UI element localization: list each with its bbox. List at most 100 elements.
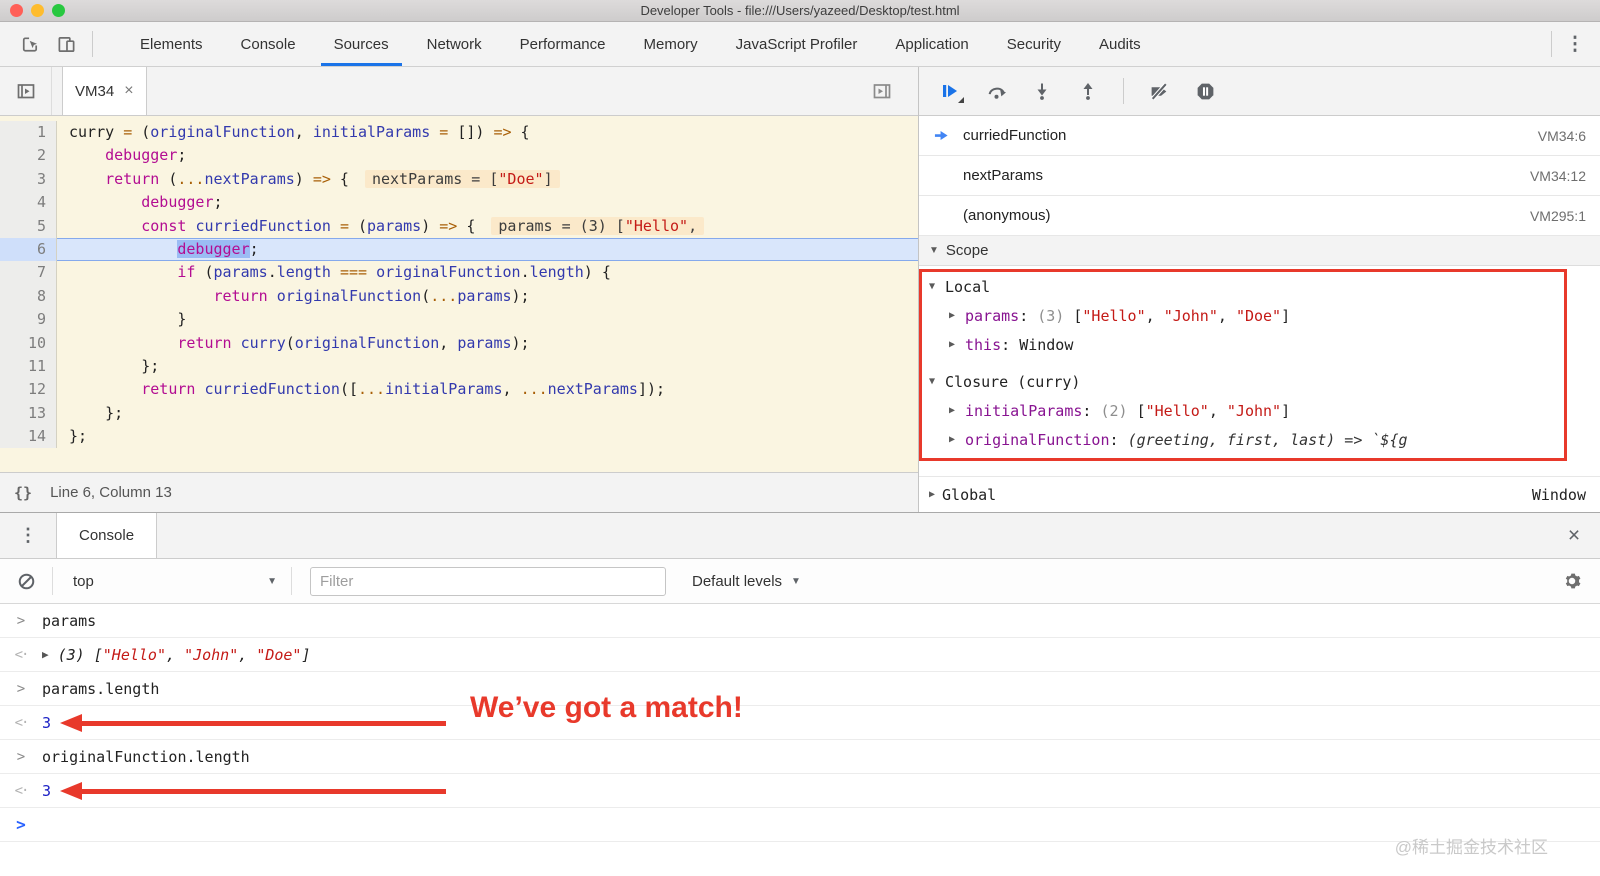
console-input-entry: > originalFunction.length [0,740,1600,774]
file-tab-label: VM34 [75,82,115,100]
chevron-down-icon: ▼ [929,376,936,387]
devtools-window: Developer Tools - file:///Users/yazeed/D… [0,0,1600,876]
scope-global-label: Global [942,485,997,504]
scope-row-local[interactable]: ▼ Local [919,272,1600,301]
call-stack-frame-curriedFunction[interactable]: curriedFunction VM34:6 [919,116,1600,156]
code-line-1: 1 curry = (originalFunction, initialParam… [0,121,918,145]
console-result-value: 3 [42,713,52,732]
line-number-12[interactable]: 12 [0,378,57,402]
tab-memory[interactable]: Memory [625,22,717,66]
line-number-8[interactable]: 8 [0,284,57,309]
device-toolbar-icon[interactable] [48,29,84,59]
file-tab-vm34[interactable]: VM34 × [62,67,147,115]
call-stack-list: curriedFunction VM34:6 nextParams VM34:12 (a… [919,116,1600,236]
chevron-right-icon: ▶ [949,339,956,350]
line-number-14[interactable]: 14 [0,425,57,449]
console-tab-strip: ⋮ Console × [0,513,1600,559]
step-over-icon[interactable] [985,80,1007,102]
context-selector-value: top [73,572,94,590]
line-number-13[interactable]: 13 [0,401,57,426]
devtools-tabbar: Elements Console Sources Network Performance… [0,22,1600,67]
line-number-5[interactable]: 5 [0,214,57,238]
call-stack-frame-anonymous[interactable]: (anonymous) VM295:1 [919,196,1600,236]
code-line-10: 10 return curry(originalFunction, params… [0,331,918,355]
tab-javascript-profiler[interactable]: JavaScript Profiler [717,22,877,66]
clear-console-icon[interactable] [0,572,52,591]
close-drawer-icon[interactable]: × [1548,513,1600,558]
context-selector[interactable]: top ▼ [53,573,291,590]
tab-sources[interactable]: Sources [315,22,408,66]
scope-row-initialParams[interactable]: ▶ initialParams: (2) ["Hello", "John"] [919,396,1600,425]
code-line-3: 3 return (...nextParams) => {nextParams … [0,167,918,192]
pause-on-exceptions-icon[interactable] [1194,80,1216,102]
scope-row-closure-curry-[interactable]: ▼ Closure (curry) [919,367,1600,396]
navigator-toggle-icon[interactable] [0,67,52,115]
pretty-print-icon[interactable]: {} [14,484,32,502]
more-options-icon[interactable]: ⋮ [1560,33,1590,56]
log-levels-selector[interactable]: Default levels ▼ [692,573,801,590]
scope-var-preview: Window [1019,335,1074,354]
console-prompt[interactable]: > [0,808,1600,842]
debugger-sidebar-toggle-icon[interactable] [856,81,908,101]
code-line-5: 5 const curriedFunction = (params) => {p… [0,214,918,238]
chevron-right-icon: ▶ [949,405,956,416]
scope-row-this[interactable]: ▶ this: Window [919,330,1600,359]
scope-var-name: this [965,335,1002,354]
expand-triangle-icon[interactable]: ▶ [42,648,49,661]
line-number-3[interactable]: 3 [0,167,57,192]
line-number-11[interactable]: 11 [0,354,57,379]
scope-row-originalFunction[interactable]: ▶ originalFunction: (greeting, first, las… [919,425,1600,454]
line-number-6[interactable]: 6 [0,237,57,262]
step-into-icon[interactable] [1031,80,1053,102]
call-stack-frame-nextParams[interactable]: nextParams VM34:12 [919,156,1600,196]
console-input-entry: > params [0,604,1600,638]
code-text: debugger; [177,239,259,258]
code-line-8: 8 return originalFunction(...params); [0,284,918,309]
console-result-entry: <· 3 [0,706,1600,740]
devtools-tabs: Elements Console Sources Network Performance… [121,22,1160,66]
chevron-down-icon: ▼ [791,575,801,587]
console-tab[interactable]: Console [56,513,158,558]
code-line-11: 11 }; [0,354,918,379]
console-result-value: (3) ["Hello", "John", "Doe"] [57,645,311,664]
tab-performance[interactable]: Performance [501,22,625,66]
deactivate-breakpoints-icon[interactable] [1148,80,1170,102]
line-number-7[interactable]: 7 [0,261,57,285]
return-value-icon: <· [14,714,30,731]
scope-row-params[interactable]: ▶ params: (3) ["Hello", "John", "Doe"] [919,301,1600,330]
inline-eval-annotation: nextParams = ["Doe"] [364,169,560,188]
file-tab-close-icon[interactable]: × [124,82,133,100]
tab-audits[interactable]: Audits [1080,22,1160,66]
inline-eval-annotation: params = (3) ["Hello", [491,216,705,235]
tab-elements[interactable]: Elements [121,22,222,66]
chevron-down-icon: ▼ [929,281,936,292]
code-text: }; [69,403,124,422]
scope-row-global[interactable]: ▶ Global Window [919,476,1600,512]
console-input-chevron-icon: > [16,612,26,629]
scope-section-name: Closure (curry) [945,372,1081,391]
console-input-expression: params.length [42,679,160,698]
filter-input[interactable] [310,566,666,596]
console-toolbar: top ▼ Default levels ▼ [0,559,1600,604]
code-line-4: 4 debugger; [0,191,918,215]
console-result-entry: <· ▶ (3) ["Hello", "John", "Doe"] [0,638,1600,672]
scope-section-header[interactable]: ▼ Scope [919,236,1600,266]
resume-script-icon[interactable] [939,80,964,103]
tab-security[interactable]: Security [988,22,1080,66]
tab-network[interactable]: Network [408,22,501,66]
step-out-icon[interactable] [1077,80,1099,102]
code-editor[interactable]: 1 curry = (originalFunction, initialParam… [0,116,918,472]
line-number-1[interactable]: 1 [0,121,57,145]
tab-application[interactable]: Application [876,22,987,66]
scope-var-name: originalFunction [965,430,1110,449]
line-number-10[interactable]: 10 [0,331,57,355]
console-settings-gear-icon[interactable] [1544,572,1600,590]
tab-console[interactable]: Console [222,22,315,66]
line-number-2[interactable]: 2 [0,144,57,168]
code-text: return originalFunction(...params); [213,286,530,305]
console-drawer: ⋮ Console × top ▼ Default levels ▼ [0,512,1600,876]
drawer-menu-icon[interactable]: ⋮ [0,513,56,558]
line-number-4[interactable]: 4 [0,191,57,215]
inspect-element-icon[interactable] [12,29,48,59]
line-number-9[interactable]: 9 [0,308,57,332]
